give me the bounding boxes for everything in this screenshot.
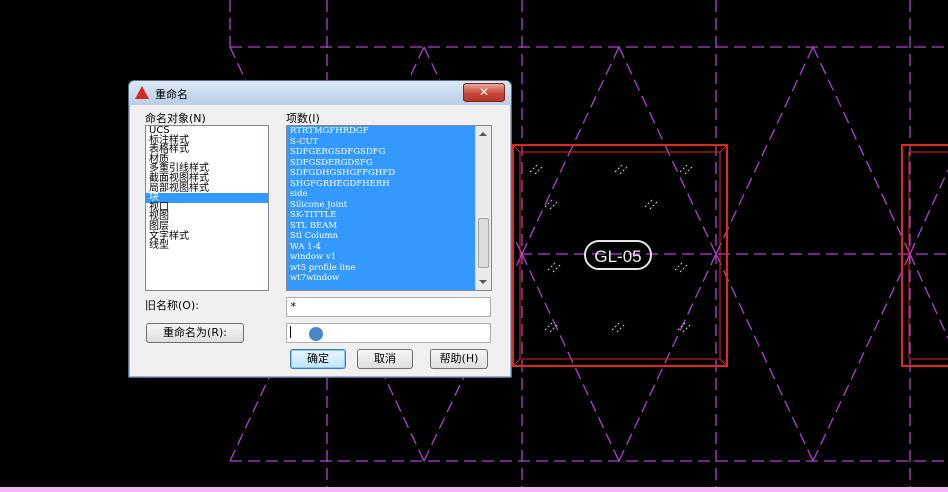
dialog-titlebar[interactable]: 重命名 ✕ (129, 81, 511, 105)
scroll-down-icon[interactable] (479, 280, 487, 284)
help-button[interactable]: 帮助(H) (430, 349, 488, 369)
rename-dialog: 重命名 ✕ 命名对象(N) 项数(I) UCS 标注样式 表格样式 材质 多重引线样式截… (128, 80, 512, 378)
adjacent-panel-frame[interactable] (901, 144, 948, 367)
named-objects-list[interactable]: UCS 标注样式 表格样式 材质 多重引线样式 截面视图样式 局部视图样式块视口 视图 图层 文字… (145, 125, 269, 291)
item-entry[interactable]: RTRTMGFHRDGF (287, 126, 491, 137)
item-entry[interactable]: SDFGERGSDFGSDFG (287, 147, 491, 158)
item-entry[interactable]: SK-TITTLE (287, 210, 491, 221)
items-label: 项数(I) (286, 112, 320, 125)
old-name-field[interactable]: * (286, 297, 491, 317)
old-name-label: 旧名称(O): (145, 299, 199, 312)
object-type-item[interactable]: 局部视图样式 (146, 183, 268, 194)
item-entry[interactable]: wt7window (287, 273, 491, 284)
command-line-strip (0, 487, 948, 492)
item-entry[interactable]: SHGFGRHEGDFHERH (287, 179, 491, 190)
scroll-thumb[interactable] (478, 218, 489, 268)
item-entry[interactable]: SDFGSDERGDSFG (287, 158, 491, 169)
autocad-logo-icon (135, 86, 149, 99)
item-entry[interactable]: S-CUT (287, 137, 491, 148)
item-entry[interactable]: Silicone Joint (287, 200, 491, 211)
panel-tag: GL-05 (584, 240, 652, 270)
item-entry[interactable]: side (287, 189, 491, 200)
dialog-title: 重命名 (155, 88, 188, 101)
item-entry[interactable]: wt5 profile line (287, 263, 491, 274)
item-entry[interactable]: STL BEAM (287, 221, 491, 232)
objects-label: 命名对象(N) (145, 112, 206, 125)
text-caret (290, 326, 291, 338)
item-entry[interactable]: SDFGDHGSHGFFGHFD (287, 168, 491, 179)
close-button[interactable]: ✕ (463, 83, 505, 102)
item-entry[interactable]: WA 1-4 (287, 242, 491, 253)
scroll-up-icon[interactable] (479, 132, 487, 136)
item-entry[interactable]: Stl Column (287, 231, 491, 242)
cancel-button[interactable]: 取消 (357, 349, 413, 369)
object-type-item[interactable]: 线型 (146, 241, 268, 251)
mouse-cursor-icon (309, 327, 323, 341)
rename-to-button[interactable]: 重命名为(R): (146, 323, 244, 343)
items-scrollbar[interactable] (475, 126, 491, 290)
ok-button[interactable]: 确定 (290, 349, 346, 369)
item-entry[interactable]: window v1 (287, 252, 491, 263)
items-list[interactable]: RTRTMGFHRDGF S-CUT SDFGERGSDFGSDFG SDFGSDER… (286, 125, 492, 291)
